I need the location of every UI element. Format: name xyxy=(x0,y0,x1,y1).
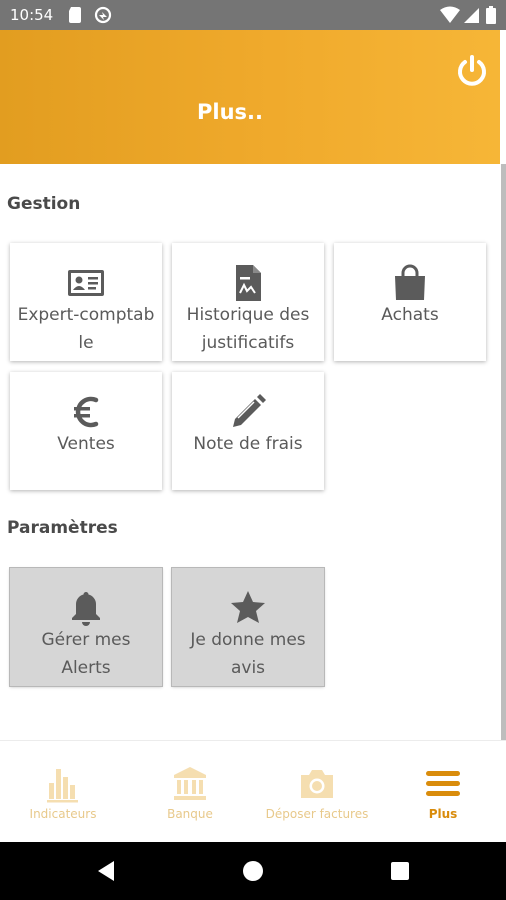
shopping-bag-icon xyxy=(395,264,425,300)
tile-label: Historique des justificatifs xyxy=(186,305,310,353)
id-card-icon xyxy=(68,270,104,296)
home-icon[interactable] xyxy=(241,859,265,883)
page-title: Plus.. xyxy=(197,100,263,124)
section-title-parametres: Paramètres xyxy=(7,518,118,538)
pencil-icon xyxy=(233,394,266,427)
bar-chart-icon xyxy=(47,769,78,803)
camera-icon xyxy=(301,770,333,798)
app-header: Plus.. xyxy=(0,30,500,164)
wifi-icon xyxy=(440,6,460,23)
tile-gerer-alerts[interactable]: Gérer mes Alerts xyxy=(10,568,162,686)
nav-label: Banque xyxy=(167,807,213,821)
tile-note-de-frais[interactable]: Note de frais xyxy=(172,372,324,490)
data-saver-icon xyxy=(94,6,112,24)
menu-icon xyxy=(426,771,460,796)
tile-label: Achats xyxy=(381,305,439,325)
tile-label: Note de frais xyxy=(193,434,303,454)
status-bar: 10:54 xyxy=(0,0,506,30)
euro-icon xyxy=(74,396,99,428)
nav-item-banque[interactable]: Banque xyxy=(127,741,253,843)
document-icon xyxy=(236,265,261,301)
section-title-gestion: Gestion xyxy=(7,194,81,214)
signal-icon xyxy=(464,8,479,23)
power-icon[interactable] xyxy=(455,54,489,88)
recents-icon[interactable] xyxy=(388,859,412,883)
tile-label: Expert-comptab le xyxy=(17,305,155,353)
nav-label: Indicateurs xyxy=(29,807,97,821)
tile-donner-avis[interactable]: Je donne mes avis xyxy=(172,568,324,686)
bank-icon xyxy=(174,767,206,800)
status-time: 10:54 xyxy=(10,6,54,24)
tile-label: Ventes xyxy=(57,434,115,454)
tile-ventes[interactable]: Ventes xyxy=(10,372,162,490)
tile-expert-comptable[interactable]: Expert-comptab le xyxy=(10,243,162,361)
scrollbar[interactable] xyxy=(501,164,506,740)
nav-item-indicateurs[interactable]: Indicateurs xyxy=(0,741,126,843)
nav-label: Déposer factures xyxy=(265,807,369,821)
nav-item-deposer-factures[interactable]: Déposer factures xyxy=(254,741,380,843)
back-icon[interactable] xyxy=(94,859,118,883)
tile-achats[interactable]: Achats xyxy=(334,243,486,361)
battery-icon xyxy=(486,6,496,24)
star-icon xyxy=(231,591,265,623)
tile-label: Je donne mes avis xyxy=(190,630,306,678)
tile-label: Gérer mes Alerts xyxy=(41,630,131,678)
bell-icon xyxy=(72,592,100,626)
nav-item-plus[interactable]: Plus xyxy=(380,741,506,843)
bottom-navigation: Indicateurs Banque Déposer factures Plus xyxy=(0,740,506,842)
system-navigation-bar xyxy=(0,842,506,900)
sd-card-icon xyxy=(69,7,81,23)
tile-historique-justificatifs[interactable]: Historique des justificatifs xyxy=(172,243,324,361)
nav-label: Plus xyxy=(428,807,458,821)
